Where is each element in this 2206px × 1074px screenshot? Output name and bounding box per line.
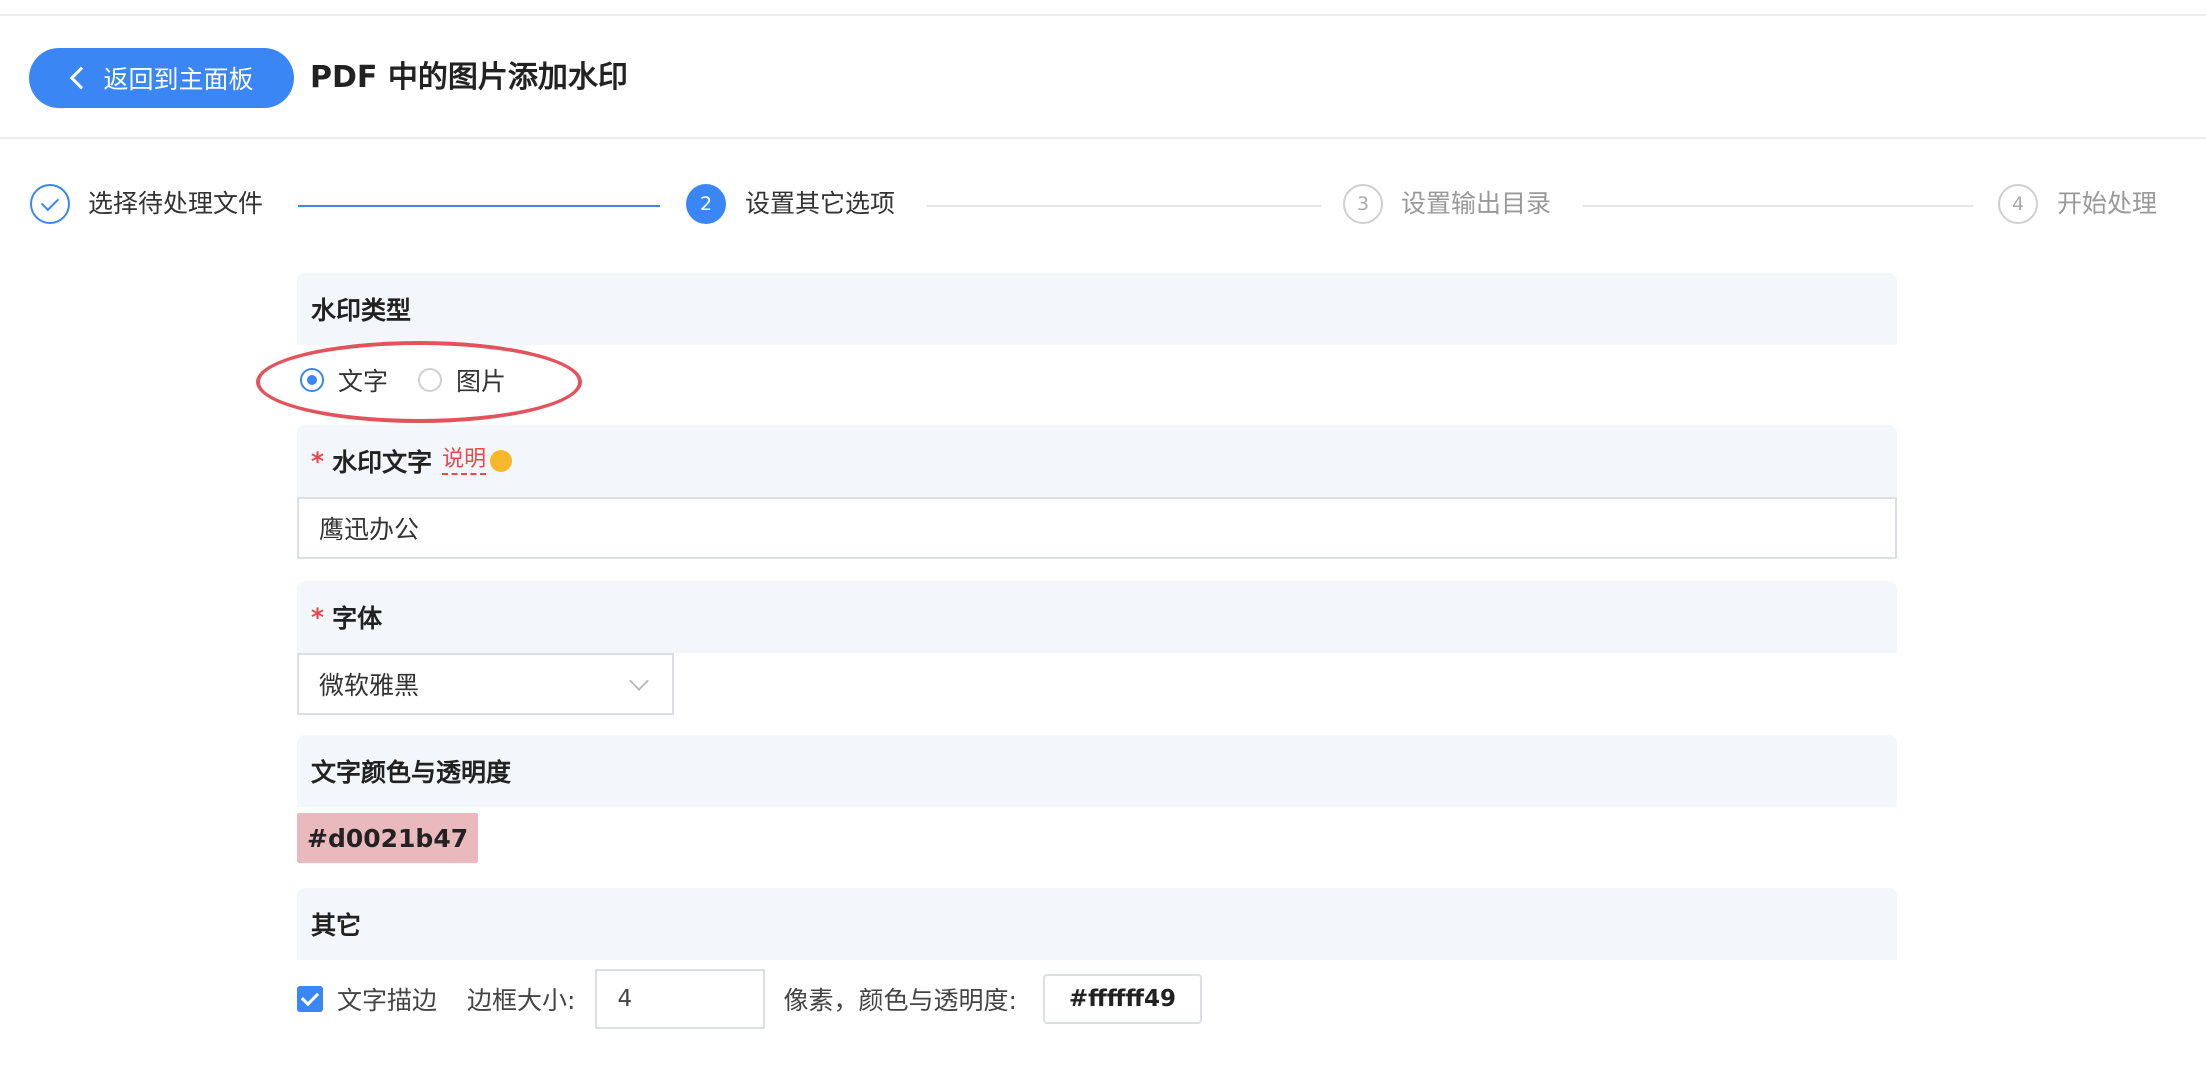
step-3-number-icon: 3 [1343, 184, 1383, 224]
other-label: 其它 [311, 911, 362, 940]
step-line-2 [927, 205, 1321, 207]
watermark-text-input[interactable]: 鹰迅办公 [297, 497, 1897, 559]
required-mark: * [311, 446, 325, 476]
step-3-label: 设置输出目录 [1401, 189, 1552, 218]
chevron-down-icon [629, 671, 649, 691]
text-color-heading: 文字颜色与透明度 [297, 735, 1897, 807]
step-line-3 [1583, 205, 1973, 207]
chevron-left-icon [70, 66, 93, 90]
stroke-options-row: 文字描边 边框大小: 4 像素，颜色与透明度: #ffffff49 [297, 960, 1897, 1038]
stroke-color-picker[interactable]: #ffffff49 [1042, 974, 1203, 1024]
other-heading: 其它 [297, 888, 1897, 960]
top-divider [0, 14, 2206, 16]
font-heading: * 字体 [297, 581, 1897, 653]
border-size-input[interactable]: 4 [595, 969, 766, 1029]
options-form: 水印类型 文字 图片 * 水印文字 说明 鹰迅办公 * 字体 微软雅黑 文字颜色… [256, 273, 1897, 1038]
required-mark: * [311, 602, 325, 632]
step-2-number-icon: 2 [686, 184, 726, 224]
step-line-1 [298, 205, 660, 207]
watermark-type-heading: 水印类型 [297, 273, 1897, 345]
text-color-label: 文字颜色与透明度 [311, 758, 512, 787]
checkmark-icon [300, 987, 320, 1007]
radio-selected-icon [300, 368, 324, 392]
watermark-type-label: 水印类型 [311, 296, 412, 325]
help-info-icon[interactable] [490, 450, 513, 472]
unit-color-label: 像素，颜色与透明度: [783, 986, 1017, 1015]
watermark-type-radio-group: 文字 图片 [256, 341, 1897, 423]
step-2-label: 设置其它选项 [745, 189, 896, 218]
back-to-dashboard-button[interactable]: 返回到主面板 [29, 48, 294, 108]
stroke-label: 文字描边 [337, 986, 438, 1015]
step-1-check-icon [30, 184, 70, 224]
border-size-label: 边框大小: [467, 986, 576, 1015]
step-4-number-icon: 4 [1998, 184, 2038, 224]
step-4-label: 开始处理 [2057, 189, 2158, 218]
page-title: PDF 中的图片添加水印 [310, 60, 628, 95]
font-select-value: 微软雅黑 [319, 671, 420, 700]
back-button-label: 返回到主面板 [103, 65, 254, 94]
text-color-picker[interactable]: #d0021b47 [297, 813, 479, 863]
step-1-label: 选择待处理文件 [88, 189, 264, 218]
help-link[interactable]: 说明 [442, 447, 487, 475]
font-select[interactable]: 微软雅黑 [297, 653, 674, 715]
stroke-checkbox[interactable] [297, 986, 323, 1012]
watermark-text-heading: * 水印文字 说明 [297, 425, 1897, 497]
radio-unselected-icon [418, 368, 443, 392]
font-label: 字体 [332, 604, 383, 633]
header-divider [0, 137, 2206, 139]
watermark-text-label: 水印文字 [332, 448, 433, 477]
